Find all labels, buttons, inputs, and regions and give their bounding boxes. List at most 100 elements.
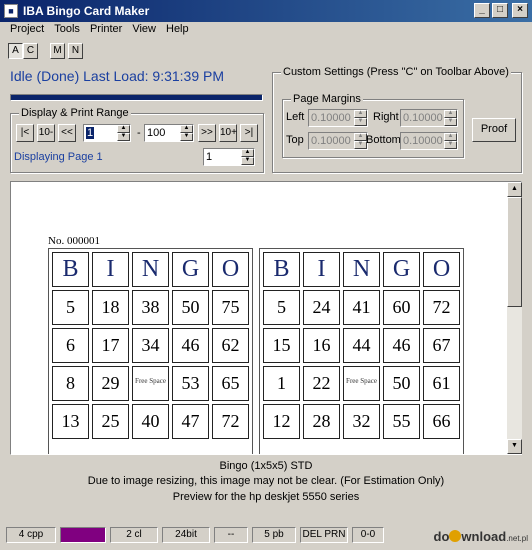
bingo-header-n: N [343, 252, 380, 287]
bingo-number-cell: 44 [343, 328, 380, 363]
status-cpp: 4 cpp [6, 527, 56, 543]
bingo-number-cell: 32 [343, 404, 380, 439]
first-page-button[interactable]: |< [16, 124, 34, 142]
to-page-value: 100 [147, 127, 166, 139]
right-margin-label: Right [373, 111, 399, 123]
bingo-number-cell: 61 [423, 366, 460, 401]
free-space-cell: Free Space [132, 366, 169, 401]
left-margin-value: 0.10000 [311, 112, 351, 124]
spin-up-icon[interactable]: ▲ [180, 125, 193, 133]
display-range-label: Display & Print Range [19, 107, 131, 119]
toolbar-a-button[interactable]: A [8, 43, 23, 59]
custom-settings-label: Custom Settings (Press "C" on Toolbar Ab… [281, 66, 511, 78]
proof-button[interactable]: Proof [472, 118, 516, 142]
bingo-number-cell: 60 [383, 290, 420, 325]
status-del-prn: DEL PRN [300, 527, 348, 543]
bingo-header-g: G [383, 252, 420, 287]
page-spinner[interactable]: 1 ▲ ▼ [203, 148, 255, 166]
last-page-button[interactable]: >| [240, 124, 258, 142]
status-color-swatch [60, 527, 106, 543]
from-page-spinner[interactable]: 1 ▲ ▼ [83, 124, 131, 142]
preview-scrollbar[interactable]: ▲ ▼ [507, 182, 522, 454]
back-10-button[interactable]: 10- [37, 124, 55, 142]
page-value: 1 [206, 151, 213, 163]
menu-help[interactable]: Help [161, 22, 194, 39]
bingo-number-cell: 15 [263, 328, 300, 363]
free-space-cell: Free Space [343, 366, 380, 401]
bingo-header-n: N [132, 252, 169, 287]
bingo-number-cell: 13 [52, 404, 89, 439]
prev-page-button[interactable]: << [58, 124, 76, 142]
bingo-number-cell: 66 [423, 404, 460, 439]
window-title: IBA Bingo Card Maker [23, 4, 150, 18]
menu-tools[interactable]: Tools [49, 22, 85, 39]
spin-down-icon[interactable]: ▼ [241, 157, 254, 165]
forward-10-button[interactable]: 10+ [219, 124, 237, 142]
bingo-number-cell: 75 [212, 290, 249, 325]
right-margin-value: 0.10000 [403, 112, 443, 124]
bingo-number-cell: 6 [52, 328, 89, 363]
bingo-number-cell: 28 [303, 404, 340, 439]
menu-printer[interactable]: Printer [85, 22, 127, 39]
bottom-margin-value: 0.10000 [403, 135, 443, 147]
bottom-margin-spinner[interactable]: 0.10000 ▲ ▼ [400, 132, 458, 150]
bingo-number-cell: 47 [172, 404, 209, 439]
status-bit-depth: 24bit [162, 527, 210, 543]
toolbar-n-button[interactable]: N [68, 43, 83, 59]
status-dashes: -- [214, 527, 248, 543]
top-margin-label: Top [286, 134, 304, 146]
displaying-page-label: Displaying Page 1 [14, 151, 103, 163]
menu-view[interactable]: View [127, 22, 161, 39]
spin-up-icon[interactable]: ▲ [241, 149, 254, 157]
menu-project[interactable]: Project [5, 22, 49, 39]
bingo-card-1: B I N G O 5 18 38 50 75 6 17 34 46 62 8 29 Free Space 53 65… [48, 248, 253, 454]
to-page-spinner[interactable]: 100 ▲ ▼ [144, 124, 194, 142]
bingo-number-cell: 24 [303, 290, 340, 325]
bingo-number-cell: 40 [132, 404, 169, 439]
bingo-number-cell: 17 [92, 328, 129, 363]
next-page-button[interactable]: >> [198, 124, 216, 142]
card-number: No. 000001 [48, 235, 100, 247]
spin-down-icon[interactable]: ▼ [117, 133, 130, 141]
preview-pane: No. 000001 B I N G O 5 18 38 50 75 6 17 34 46 62 8 29 Fre… [10, 181, 522, 455]
bingo-number-cell: 50 [172, 290, 209, 325]
scroll-thumb[interactable] [507, 197, 522, 307]
spin-down-icon[interactable]: ▼ [180, 133, 193, 141]
status-pb: 5 pb [252, 527, 296, 543]
layout-info: Bingo (1x5x5) STD [219, 460, 313, 472]
bingo-number-cell: 16 [303, 328, 340, 363]
bingo-header-b: B [263, 252, 300, 287]
status-cl: 2 cl [110, 527, 158, 543]
left-margin-spinner[interactable]: 0.10000 ▲ ▼ [308, 109, 368, 127]
download-watermark: do wnload.net.pl [433, 529, 528, 544]
bingo-header-g: G [172, 252, 209, 287]
bingo-number-cell: 34 [132, 328, 169, 363]
bingo-header-i: I [303, 252, 340, 287]
bingo-number-cell: 5 [263, 290, 300, 325]
right-margin-spinner[interactable]: 0.10000 ▲ ▼ [400, 109, 458, 127]
menu-bar: Project Tools Printer View Help [0, 22, 532, 39]
resize-notice: Due to image resizing, this image may no… [87, 475, 445, 487]
load-status-text: Idle (Done) Last Load: 9:31:39 PM [10, 68, 225, 84]
load-progress-bar [10, 94, 263, 101]
spin-up-icon[interactable]: ▲ [117, 125, 130, 133]
top-margin-spinner[interactable]: 0.10000 ▲ ▼ [308, 132, 368, 150]
toolbar-c-button[interactable]: C [23, 43, 38, 59]
bingo-number-cell: 55 [383, 404, 420, 439]
bingo-header-o: O [423, 252, 460, 287]
bingo-number-cell: 22 [303, 366, 340, 401]
scroll-up-icon[interactable]: ▲ [507, 182, 522, 197]
bingo-number-cell: 25 [92, 404, 129, 439]
bingo-number-cell: 12 [263, 404, 300, 439]
bingo-number-cell: 50 [383, 366, 420, 401]
bingo-header-i: I [92, 252, 129, 287]
close-button[interactable]: × [512, 3, 528, 18]
bingo-number-cell: 41 [343, 290, 380, 325]
minimize-button[interactable]: _ [474, 3, 490, 18]
bingo-number-cell: 38 [132, 290, 169, 325]
status-bar: 4 cpp 2 cl 24bit -- 5 pb DEL PRN 0-0 do w… [0, 527, 532, 550]
bingo-number-cell: 72 [212, 404, 249, 439]
toolbar-m-button[interactable]: M [50, 43, 65, 59]
scroll-down-icon[interactable]: ▼ [507, 439, 522, 454]
maximize-button[interactable]: □ [492, 3, 508, 18]
